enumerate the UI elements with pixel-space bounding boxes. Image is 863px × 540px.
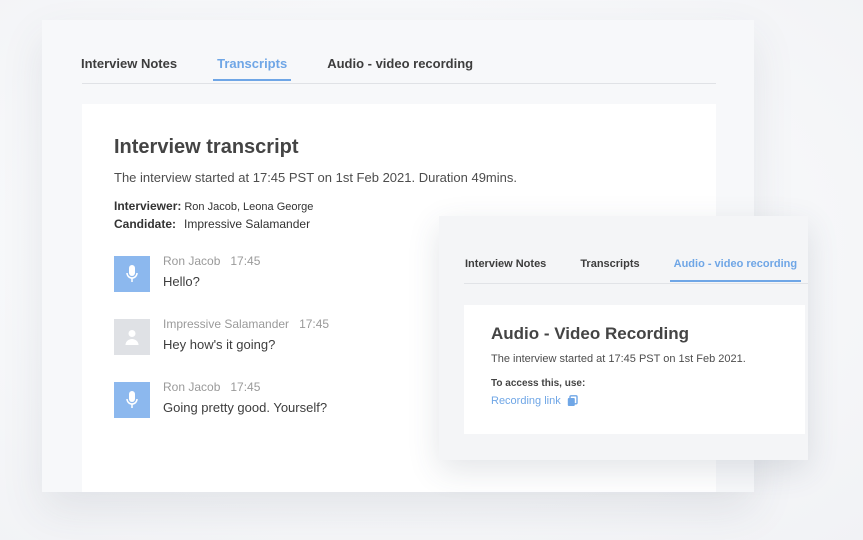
- microphone-icon: [126, 391, 138, 408]
- tab-transcripts[interactable]: Transcripts: [580, 258, 639, 282]
- access-label: To access this, use:: [491, 378, 586, 389]
- speaker-name: Ron Jacob: [163, 380, 221, 394]
- recording-tab-bar: Interview Notes Transcripts Audio - vide…: [465, 258, 831, 282]
- copy-icon[interactable]: [567, 395, 578, 407]
- message-text: Hey how's it going?: [163, 337, 276, 352]
- interviewer-label: Interviewer:: [114, 199, 182, 213]
- message-time: 17:45: [299, 317, 330, 331]
- avatar: [114, 382, 150, 418]
- message-text: Going pretty good. Yourself?: [163, 400, 328, 415]
- tab-interview-notes[interactable]: Interview Notes: [81, 56, 177, 81]
- recording-start-info: The interview started at 17:45 PST on 1s…: [491, 353, 746, 365]
- recording-title: Audio - Video Recording: [491, 324, 690, 343]
- tab-divider: [464, 283, 808, 284]
- message-meta: Impressive Salamander 17:45: [163, 317, 329, 331]
- tab-divider: [82, 83, 716, 84]
- speaker-name: Ron Jacob: [163, 254, 221, 268]
- interview-start-info: The interview started at 17:45 PST on 1s…: [114, 170, 517, 185]
- avatar: [114, 319, 150, 355]
- recording-link-label[interactable]: Recording link: [491, 395, 561, 407]
- tab-interview-notes[interactable]: Interview Notes: [465, 258, 546, 282]
- candidate-value: Impressive Salamander: [184, 217, 311, 231]
- main-tab-bar: Interview Notes Transcripts Audio - vide…: [81, 56, 513, 81]
- candidate-label: Candidate:: [114, 217, 177, 231]
- message-text: Hello?: [163, 274, 200, 289]
- tab-transcripts[interactable]: Transcripts: [213, 56, 292, 81]
- tab-audio-video-recording[interactable]: Audio - video recording: [669, 258, 802, 282]
- interviewer-value: Ron Jacob, Leona George: [184, 201, 314, 213]
- user-icon: [125, 330, 139, 345]
- recording-link[interactable]: Recording link: [491, 395, 578, 407]
- candidate-row: Candidate: Impressive Salamander: [114, 217, 310, 231]
- tab-audio-video-recording[interactable]: Audio - video recording: [327, 56, 473, 81]
- message-time: 17:45: [230, 380, 261, 394]
- message-meta: Ron Jacob 17:45: [163, 380, 260, 394]
- avatar: [114, 256, 150, 292]
- message-time: 17:45: [230, 254, 261, 268]
- message-meta: Ron Jacob 17:45: [163, 254, 260, 268]
- microphone-icon: [126, 265, 138, 282]
- page-title: Interview transcript: [114, 136, 299, 158]
- interviewer-row: Interviewer: Ron Jacob, Leona George: [114, 199, 313, 213]
- speaker-name: Impressive Salamander: [163, 317, 290, 331]
